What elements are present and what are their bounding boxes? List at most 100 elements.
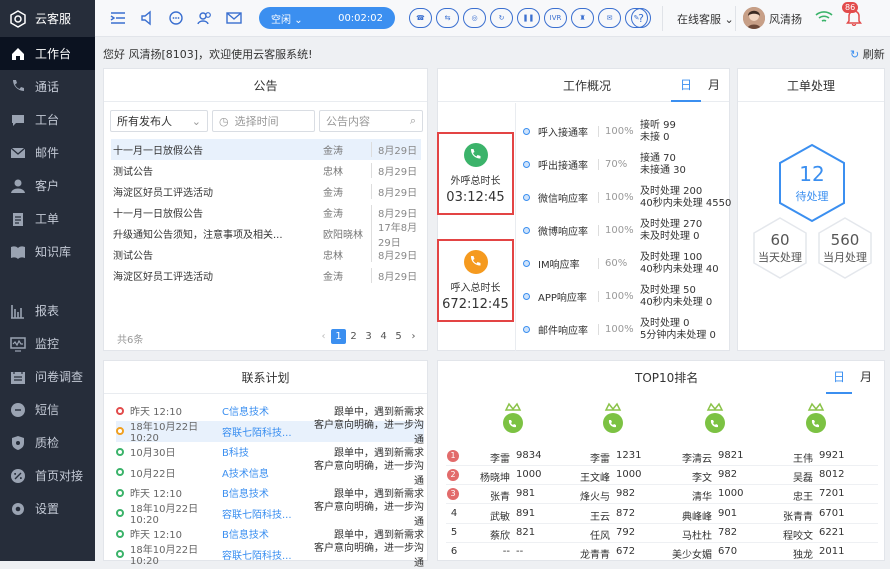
inbound-duration-value: 672:12:45	[442, 296, 509, 312]
work-overview-panel: 工作概况 日 月 外呼总时长 03:12:45 呼入总时长 672:12:45 …	[437, 68, 733, 351]
month-label: 当月处理	[823, 251, 867, 264]
notice-row[interactable]: 升级通知公告须知，注意事项及相关... 欧阳晓林 17年8月29日	[111, 218, 421, 249]
overview-row-line2: 未及时处理 0	[640, 230, 700, 242]
contact-row[interactable]: 18年10月22日 10:20 容联七陌科技... 客户意向明确，进一步沟通	[116, 420, 424, 446]
overview-row-line2: 40秒内未处理 40	[640, 263, 719, 275]
ivr-button[interactable]: IVR	[544, 8, 567, 28]
top10-name: --	[502, 546, 510, 557]
bullet-icon	[523, 194, 530, 201]
bullet-icon	[523, 326, 530, 333]
notice-row-author: 金涛	[323, 146, 343, 157]
contact-row-company[interactable]: C信息技术	[222, 403, 308, 418]
contact-row-company[interactable]: A技术信息	[222, 465, 308, 480]
sidebar-item-2[interactable]: 工台	[0, 103, 95, 136]
sidebar-item-6[interactable]: 知识库	[0, 235, 95, 268]
help-icon[interactable]: ?	[631, 8, 651, 28]
sidebar-item-label: 报表	[35, 304, 60, 318]
notice-content-input[interactable]: 公告内容 ⌕	[319, 110, 423, 132]
sidebar-item-12[interactable]: 首页对接	[0, 459, 95, 492]
notice-row[interactable]: 十一月一日放假公告 金涛 8月29日	[111, 139, 421, 160]
refresh-label: 刷新	[862, 48, 885, 61]
contact-row-company[interactable]: 容联七陌科技...	[222, 506, 308, 521]
tab-day[interactable]: 日	[671, 69, 701, 102]
mail-icon[interactable]	[223, 7, 245, 29]
contact-row-company[interactable]: B科技	[222, 444, 308, 459]
sidebar-item-9[interactable]: 问卷调查	[0, 360, 95, 393]
month-tickets[interactable]: 560 当月处理	[817, 216, 873, 280]
contact-row-company[interactable]: B信息技术	[222, 485, 308, 500]
notice-row-author: 金涛	[323, 209, 343, 220]
top10-name: 马杜杜	[682, 530, 712, 542]
ticket-panel: 工单处理 12 待处理 60 当天处理 560 当月处理	[737, 68, 885, 351]
sidebar-item-3[interactable]: 邮件	[0, 136, 95, 169]
overview-row: 呼出接通率 70% 接通 70 未接通 30	[523, 148, 733, 181]
sidebar-item-4[interactable]: 客户	[0, 169, 95, 202]
contact-row[interactable]: 10月22日 A技术信息 客户意向明确，进一步沟通	[116, 461, 424, 487]
gear-icon	[12, 502, 24, 515]
broadcast-icon[interactable]	[136, 7, 158, 29]
sidebar-item-11[interactable]: 质检	[0, 426, 95, 459]
status-dot-icon	[116, 509, 124, 517]
page-3[interactable]: 3	[361, 329, 376, 344]
retry-button[interactable]: ↻	[490, 8, 513, 28]
today-tickets[interactable]: 60 当天处理	[752, 216, 808, 280]
pending-label: 待处理	[795, 190, 829, 203]
tab-month[interactable]: 月	[854, 361, 878, 394]
bullet-icon	[523, 227, 530, 234]
contact-row[interactable]: 18年10月22日 10:20 容联七陌科技... 客户意向明确，进一步沟通	[116, 502, 424, 528]
tab-day[interactable]: 日	[826, 361, 852, 394]
home-icon	[12, 47, 24, 60]
overview-row-pct: 100%	[598, 225, 640, 236]
agent-status-dropdown[interactable]: 空闲 ⌄ 00:02:02	[259, 7, 395, 29]
online-status-dropdown[interactable]: 在线客服 ⌄	[677, 11, 734, 27]
contacts-icon[interactable]	[194, 7, 216, 29]
status-dot-icon	[116, 488, 124, 497]
refresh-button[interactable]: ↻ 刷新	[850, 46, 885, 62]
hangup-button[interactable]: ☎	[409, 8, 432, 28]
tab-month[interactable]: 月	[701, 69, 727, 102]
sidebar-item-7[interactable]: 报表	[0, 294, 95, 327]
sidebar-item-label: 工作台	[35, 47, 72, 61]
ticket-title: 工单处理	[738, 69, 884, 102]
overview-row-pct: 60%	[598, 258, 640, 269]
sidebar-item-8[interactable]: 监控	[0, 327, 95, 360]
consult-button[interactable]: ◎	[463, 8, 486, 28]
pending-tickets[interactable]: 12 待处理	[778, 143, 846, 223]
chat-button[interactable]: ✉	[598, 8, 621, 28]
contact-row-company[interactable]: 容联七陌科技...	[222, 547, 308, 562]
monitor-icon	[10, 336, 26, 352]
notice-row[interactable]: 海淀区好员工评选活动 金涛 8月29日	[111, 181, 421, 202]
meeting-button[interactable]: ♜	[571, 8, 594, 28]
chat-bubble-icon[interactable]	[165, 7, 187, 29]
contact-row-company[interactable]: B信息技术	[222, 526, 308, 541]
sidebar-item-10[interactable]: 短信	[0, 393, 95, 426]
sidebar-item-5[interactable]: 工单	[0, 202, 95, 235]
overview-row: 呼入接通率 100% 接听 99 未接 0	[523, 115, 733, 148]
next-page-icon[interactable]: ›	[406, 329, 421, 344]
top10-name: 李文	[692, 473, 712, 485]
prev-page-icon[interactable]: ‹	[316, 329, 331, 344]
pause-button[interactable]: ❚❚	[517, 8, 540, 28]
avatar[interactable]	[743, 7, 765, 29]
contact-row-company[interactable]: 容联七陌科技...	[222, 424, 308, 439]
notice-row[interactable]: 海淀区好员工评选活动 金涛 8月29日	[111, 265, 421, 286]
transfer-button[interactable]: ⇆	[436, 8, 459, 28]
sidebar-item-0[interactable]: 工作台	[0, 37, 95, 70]
publisher-select[interactable]: 所有发布人 ⌄	[110, 110, 208, 132]
contact-row[interactable]: 18年10月22日 10:20 容联七陌科技... 客户意向明确，进一步沟通	[116, 543, 424, 569]
user-name[interactable]: 风清扬	[769, 11, 802, 27]
page-1[interactable]: 1	[331, 329, 346, 344]
notice-row[interactable]: 测试公告 忠林 8月29日	[111, 244, 421, 265]
notice-row[interactable]: 测试公告 忠林 8月29日	[111, 160, 421, 181]
sidebar-item-label: 设置	[35, 502, 60, 516]
page-4[interactable]: 4	[376, 329, 391, 344]
time-picker-input[interactable]: ◷ 选择时间	[212, 110, 315, 132]
top10-name: 李清云	[682, 454, 712, 465]
page-2[interactable]: 2	[346, 329, 361, 344]
sidebar-item-1[interactable]: 通话	[0, 70, 95, 103]
overview-row-line1: 及时处理 270	[640, 218, 703, 230]
page-5[interactable]: 5	[391, 329, 406, 344]
top10-value: 981	[516, 488, 536, 500]
sidebar-item-13[interactable]: 设置	[0, 492, 95, 525]
menu-collapse-icon[interactable]	[107, 7, 129, 29]
